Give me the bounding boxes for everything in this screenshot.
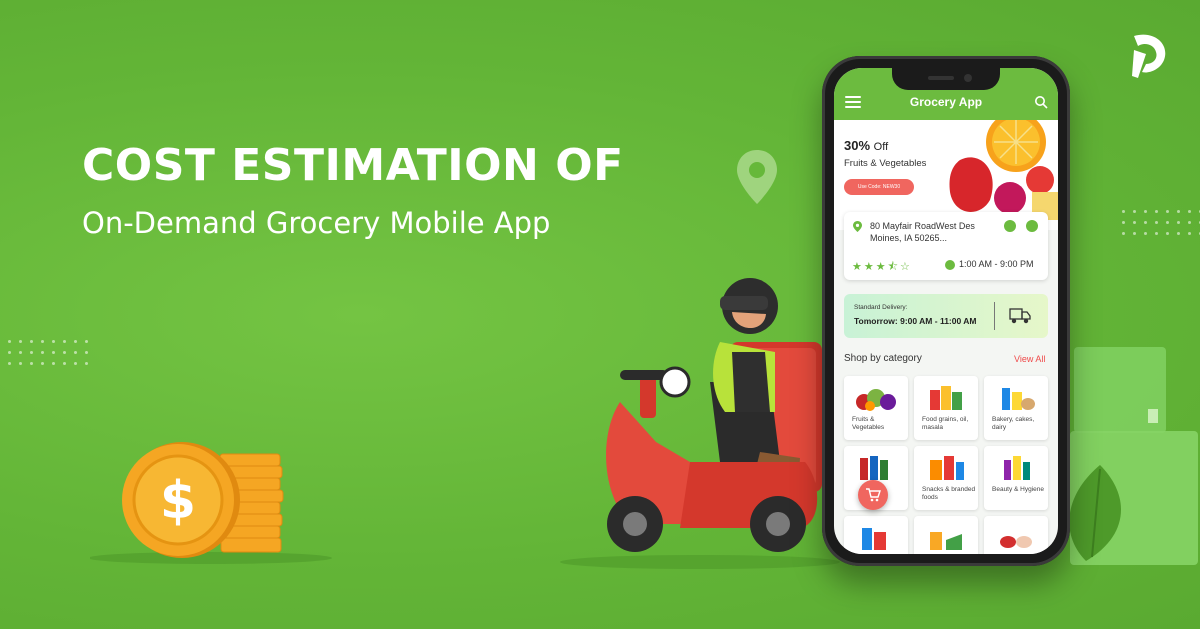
- location-pin-icon: [853, 221, 862, 232]
- view-all-link[interactable]: View All: [1014, 354, 1045, 364]
- svg-text:$: $: [160, 471, 196, 531]
- category-grid: Fruits & Vegetables Food grains, oil, ma…: [844, 376, 1048, 554]
- app-title: Grocery App: [909, 95, 983, 109]
- phone-notch: [892, 68, 1000, 90]
- category-tile-fruits-vegetables[interactable]: Fruits & Vegetables: [844, 376, 908, 440]
- decorative-dots-left: [8, 340, 88, 365]
- category-tile-eggs-meat[interactable]: [984, 516, 1048, 554]
- fruits-image: [949, 120, 1058, 220]
- promo-code-button[interactable]: Use Code: NEW30: [844, 179, 914, 195]
- store-card[interactable]: 80 Mayfair RoadWest Des Moines, IA 50265…: [844, 212, 1048, 280]
- phone-call-icon[interactable]: [1004, 220, 1016, 232]
- search-icon[interactable]: [1034, 95, 1048, 109]
- promo-subtitle: Fruits & Vegetables: [844, 158, 927, 169]
- divider: [994, 302, 995, 330]
- category-tile-beauty-hygiene[interactable]: Beauty & Hygiene: [984, 446, 1048, 510]
- beauty-hygiene-image: [1004, 456, 1030, 480]
- snacks-image: [930, 456, 964, 480]
- store-hours: 1:00 AM - 9:00 PM: [959, 259, 1034, 269]
- clock-icon: [945, 260, 955, 270]
- navigation-icon[interactable]: [1026, 220, 1038, 232]
- category-tile-bakery-dairy[interactable]: Bakery, cakes, dairy: [984, 376, 1048, 440]
- delivery-scooter-illustration: [560, 278, 840, 569]
- cart-button[interactable]: [858, 480, 888, 510]
- location-pin-icon: [737, 150, 777, 204]
- delivery-time: Tomorrow: 9:00 AM - 11:00 AM: [854, 316, 977, 326]
- category-label: Food grains, oil, masala: [922, 416, 969, 431]
- store-rating: ★★★⯪☆: [852, 261, 912, 273]
- category-label: Snacks & branded foods: [922, 486, 976, 501]
- dollar-coin-icon: $: [90, 442, 332, 564]
- food-grains-image: [930, 386, 962, 410]
- eggs-meat-image: [1000, 536, 1032, 548]
- truck-icon: [1009, 308, 1031, 324]
- decorative-dots-right: [1122, 210, 1200, 235]
- bakery-dairy-image: [1002, 388, 1035, 410]
- cleaning-image: [862, 528, 886, 550]
- beverages-image: [860, 456, 888, 480]
- category-label: Fruits & Vegetables: [852, 416, 885, 431]
- category-label: Beauty & Hygiene: [992, 486, 1045, 493]
- delivery-card[interactable]: Standard Delivery: Tomorrow: 9:00 AM - 1…: [844, 294, 1048, 338]
- kitchen-garden-image: [930, 532, 962, 550]
- brand-logo-icon: [1132, 34, 1166, 78]
- category-tile-snacks[interactable]: Snacks & branded foods: [914, 446, 978, 510]
- category-tile-cleaning[interactable]: [844, 516, 908, 554]
- store-address: 80 Mayfair RoadWest Des Moines, IA 50265…: [870, 221, 975, 243]
- category-tile-kitchen-garden[interactable]: [914, 516, 978, 554]
- phone-mockup: Grocery App 30% Off Fruits & Vegetables …: [822, 56, 1070, 566]
- phone-screen: Grocery App 30% Off Fruits & Vegetables …: [834, 68, 1058, 554]
- delivery-label: Standard Delivery:: [854, 304, 908, 311]
- banner-subline: On-Demand Grocery Mobile App: [82, 206, 551, 240]
- shop-by-category-heading: Shop by category: [844, 353, 922, 364]
- promo-discount: 30% Off: [844, 138, 889, 153]
- cart-icon: [866, 488, 881, 502]
- fruits-vegetables-image: [856, 389, 896, 411]
- category-tile-food-grains[interactable]: Food grains, oil, masala: [914, 376, 978, 440]
- category-label: Bakery, cakes, dairy: [992, 416, 1035, 431]
- banner-headline: COST ESTIMATION OF: [82, 140, 624, 191]
